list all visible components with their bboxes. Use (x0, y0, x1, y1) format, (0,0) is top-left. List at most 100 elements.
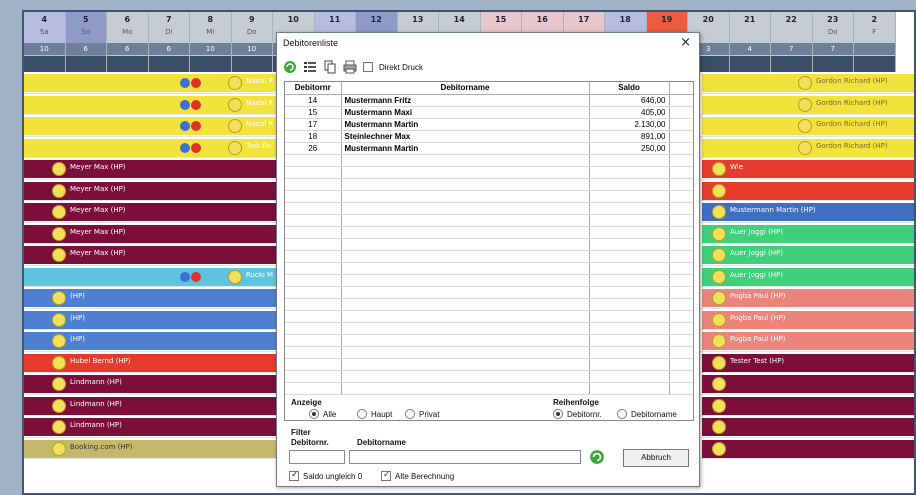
day-number: 5 (82, 15, 89, 24)
table-row[interactable]: 14 Mustermann Fritz 646,00 (285, 94, 693, 107)
booking-label: Gordon Richard (HP) (816, 77, 888, 85)
guest-avatar (228, 119, 242, 133)
booking-bar[interactable]: Auer Joggi (HP) (702, 267, 914, 286)
table-row[interactable]: 26 Mustermann Martin 250,00 (285, 142, 693, 155)
booking-label: Lindmann (HP) (70, 421, 122, 429)
col-header-saldo[interactable]: Saldo (589, 82, 670, 95)
day-number: 17 (578, 15, 590, 24)
cancel-button[interactable]: Abbruch (623, 449, 689, 467)
print-icon[interactable] (343, 60, 357, 74)
booking-bar[interactable] (702, 181, 914, 200)
day-number: 18 (619, 15, 631, 24)
alte-berechnung-checkbox[interactable] (381, 469, 391, 481)
table-row[interactable]: 15 Mustermann Maxi 405,00 (285, 106, 693, 119)
booking-label: Hubel Bernd (HP) (70, 356, 131, 365)
booking-bar[interactable]: Tester Test (HP) (702, 353, 914, 372)
direct-print-checkbox[interactable] (363, 62, 373, 72)
booking-bar[interactable] (702, 418, 914, 436)
col-header-debitorname[interactable]: Debitorname (341, 82, 590, 95)
day-column: 8 Mi 10 (190, 12, 232, 72)
col-header-debitornr[interactable]: Debitornr (285, 82, 342, 95)
radio-debitorname[interactable] (617, 409, 627, 419)
guest-avatar (52, 248, 66, 262)
booking-bar[interactable]: Nadal R (24, 117, 278, 135)
guest-avatar (52, 441, 66, 456)
day-column: 6 Mo 6 (107, 12, 149, 72)
empty-row (285, 322, 693, 335)
booking-bar[interactable] (702, 396, 914, 415)
booking-bar[interactable] (702, 375, 914, 393)
booking-bar[interactable]: Gordon Richard (HP) (702, 95, 914, 114)
status-chip-red (191, 271, 201, 282)
day-divider (231, 56, 272, 72)
booking-bar[interactable]: Auer Joggi (HP) (702, 224, 914, 243)
refresh-icon[interactable] (283, 60, 297, 74)
radio-privat[interactable] (405, 409, 415, 419)
booking-bar[interactable]: Lindmann (HP) (24, 375, 278, 393)
booking-bar[interactable]: Meyer Max (HP) (24, 246, 278, 264)
booking-bar[interactable]: Booking.com (HP) (24, 439, 278, 458)
day-divider (771, 56, 812, 72)
day-column: 9 Do 10 (231, 12, 273, 72)
booking-bar[interactable]: (HP) (24, 310, 278, 329)
booking-bar[interactable]: Lindmann (HP) (24, 418, 278, 436)
booking-bar[interactable]: Meyer Max (HP) (24, 203, 278, 221)
booking-bar[interactable]: Pogba Paul (HP) (702, 332, 914, 350)
booking-bar[interactable]: Meyer Max (HP) (24, 181, 278, 200)
booking-bar[interactable]: Wie (702, 160, 914, 178)
booking-label: Test Ro (246, 141, 271, 150)
occupancy-count: 10 (24, 43, 65, 55)
order-option-debitorname[interactable]: Debitorname (617, 409, 677, 419)
anzeige-option-privat[interactable]: Privat (405, 409, 439, 419)
booking-bar[interactable]: Hubel Bernd (HP) (24, 353, 278, 372)
guest-avatar (712, 248, 726, 262)
booking-bar[interactable]: Nadal R (24, 74, 278, 92)
booking-bar[interactable]: Gordon Richard (HP) (702, 117, 914, 135)
day-divider (107, 56, 148, 72)
booking-bar[interactable]: Auer Joggi (HP) (702, 246, 914, 264)
day-divider (812, 56, 853, 72)
booking-bar[interactable]: Lindmann (HP) (24, 396, 278, 415)
copy-icon[interactable] (323, 60, 337, 74)
booking-bar[interactable]: (HP) (24, 289, 278, 307)
filter-label: Filter (291, 428, 311, 437)
saldo-checkbox[interactable] (289, 469, 299, 481)
weekday: So (81, 28, 91, 36)
table-row[interactable]: 17 Mustermann Martin 2.130,00 (285, 118, 693, 131)
table-row[interactable]: 18 Steinlechner Max 891,00 (285, 130, 693, 143)
booking-bar[interactable]: Mustermann Martin (HP) (702, 203, 914, 221)
anzeige-option-haupt[interactable]: Haupt (357, 409, 392, 419)
booking-bar[interactable]: Rucki M (24, 267, 278, 286)
radio-alle[interactable] (309, 409, 319, 419)
booking-bar[interactable]: Meyer Max (HP) (24, 160, 278, 178)
booking-bar[interactable]: (HP) (24, 332, 278, 350)
radio-haupt[interactable] (357, 409, 367, 419)
day-number: 13 (412, 15, 424, 24)
booking-bar[interactable]: Test Ro (24, 138, 278, 157)
order-option-debitornr[interactable]: Debitornr. (553, 409, 602, 419)
booking-bar[interactable]: Pogba Paul (HP) (702, 289, 914, 307)
day-number: 19 (661, 15, 673, 24)
occupancy-count: 6 (107, 43, 148, 55)
booking-bar[interactable]: Nadal R (24, 95, 278, 114)
booking-bar[interactable]: Gordon Richard (HP) (702, 138, 914, 157)
anzeige-option-alle[interactable]: Alle (309, 409, 336, 419)
booking-bar[interactable]: Gordon Richard (HP) (702, 74, 914, 92)
saldo-cell: 250,00 (589, 142, 670, 155)
guest-avatar (52, 334, 66, 348)
filter-nr-input[interactable] (289, 450, 345, 464)
guest-avatar (52, 291, 66, 305)
radio-debitornr[interactable] (553, 409, 563, 419)
booking-bar[interactable]: Pogba Paul (HP) (702, 310, 914, 329)
filter-name-input[interactable] (349, 450, 581, 464)
weekday: F (872, 28, 877, 36)
booking-bar[interactable]: Meyer Max (HP) (24, 224, 278, 243)
close-icon[interactable]: × (680, 35, 691, 50)
alte-berechnung-option[interactable]: Alte Berechnung (381, 469, 454, 481)
booking-label: Wie (730, 163, 744, 171)
search-refresh-icon[interactable] (589, 449, 605, 465)
booking-bar[interactable] (702, 439, 914, 458)
list-icon[interactable] (303, 60, 317, 74)
saldo-filter-option[interactable]: Saldo ungleich 0 (289, 469, 362, 481)
guest-avatar (52, 183, 66, 198)
